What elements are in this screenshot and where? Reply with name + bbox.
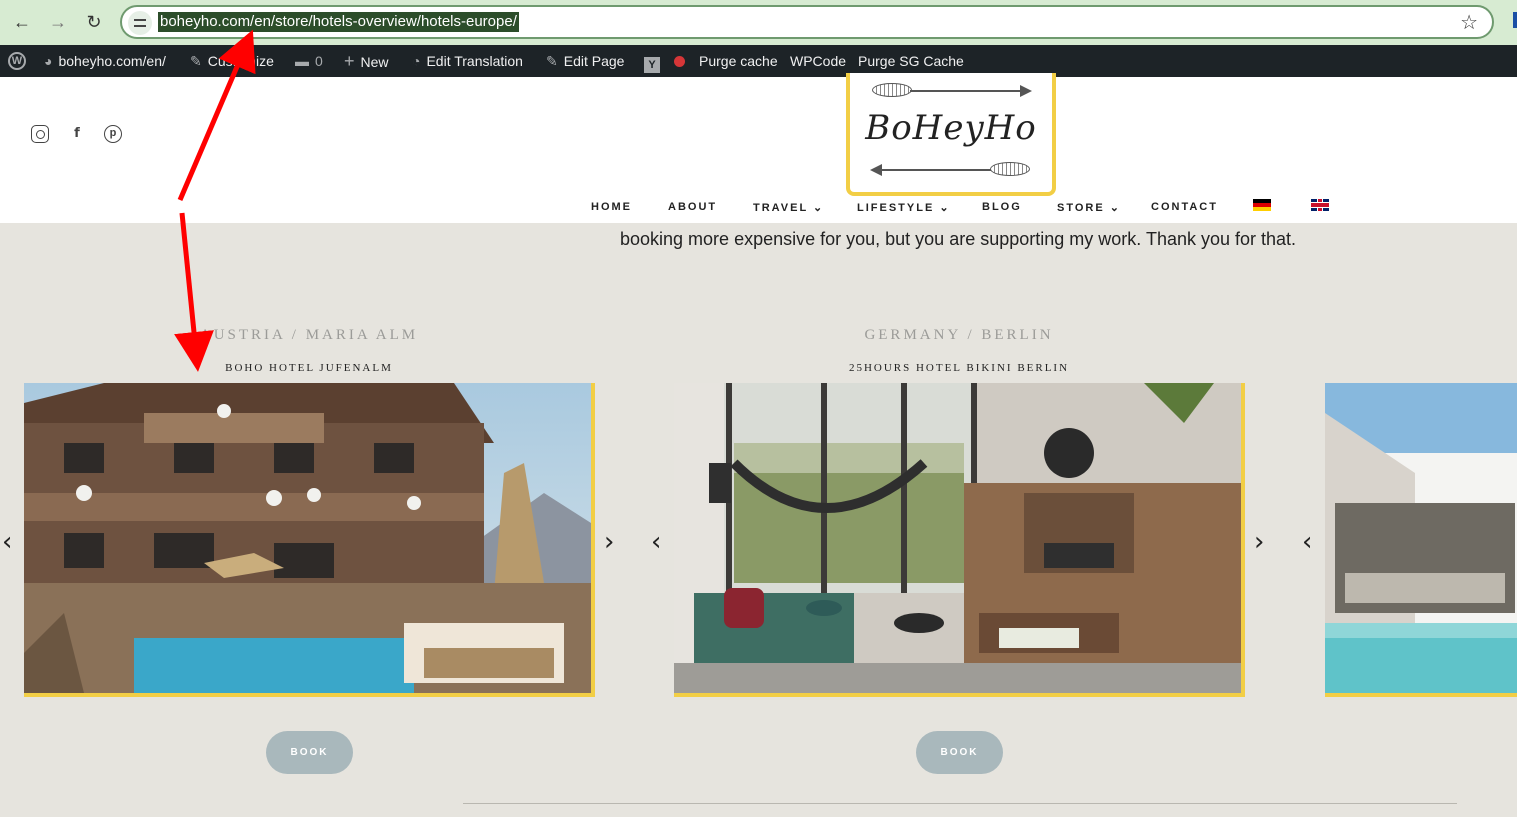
- book-button[interactable]: BOOK: [916, 731, 1003, 774]
- nav-store[interactable]: STORE ⌄: [1057, 201, 1121, 214]
- arrow-bottom-head: [870, 164, 882, 176]
- browser-toolbar: ← → ↻ boheyho.com/en/store/hotels-overvi…: [0, 0, 1517, 45]
- carousel-next-icon[interactable]: ›: [1254, 528, 1270, 556]
- german-flag-icon[interactable]: [1253, 199, 1271, 211]
- translate-icon: ◔: [412, 53, 421, 69]
- admin-comments-link[interactable]: ▬ 0: [295, 45, 323, 77]
- plus-icon: +: [344, 51, 355, 71]
- hotel-region: AUSTRIA / MARIA ALM: [199, 327, 419, 343]
- book-button[interactable]: BOOK: [266, 731, 353, 774]
- admin-customize-label: Customize: [207, 53, 274, 69]
- admin-edit-page-label: Edit Page: [563, 53, 625, 69]
- admin-comments-count: 0: [315, 53, 323, 69]
- arrow-bottom-line: [882, 169, 992, 171]
- admin-customize-link[interactable]: ✎ Customize: [190, 45, 274, 77]
- hotel-name[interactable]: 25HOURS HOTEL BIKINI BERLIN: [674, 362, 1244, 374]
- star-icon[interactable]: ☆: [1460, 11, 1478, 35]
- admin-purge-cache-link[interactable]: Purge cache: [699, 45, 778, 77]
- logo-text: BoHeyHo: [865, 108, 1037, 148]
- nav-lifestyle[interactable]: LIFESTYLE ⌄: [857, 201, 951, 214]
- admin-edit-translation-label: Edit Translation: [426, 53, 523, 69]
- back-icon[interactable]: ←: [10, 10, 34, 34]
- site-info-icon[interactable]: [128, 11, 152, 35]
- admin-edit-translation-link[interactable]: ◔ Edit Translation: [412, 45, 523, 77]
- nav-blog[interactable]: BLOG: [982, 201, 1022, 213]
- wordpress-icon[interactable]: W: [8, 52, 26, 70]
- url-text[interactable]: boheyho.com/en/store/hotels-overview/hot…: [158, 12, 519, 32]
- comment-icon: ▬: [295, 53, 309, 69]
- extension-edge: [1513, 12, 1517, 28]
- admin-site-link[interactable]: ◕ boheyho.com/en/: [44, 45, 166, 77]
- carousel-prev-icon[interactable]: ‹: [651, 528, 667, 556]
- arrow-top-line: [910, 90, 1020, 92]
- nav-contact[interactable]: CONTACT: [1151, 201, 1218, 213]
- hotel-photo-jufenalm: [24, 383, 591, 693]
- wp-admin-bar: W ◕ boheyho.com/en/ ✎ Customize ▬ 0 + New ◔ E…: [0, 45, 1517, 77]
- reload-icon[interactable]: ↻: [82, 10, 106, 34]
- section-divider: [463, 803, 1457, 804]
- seo-status-dot: [673, 56, 685, 67]
- admin-edit-page-link[interactable]: ✎ Edit Page: [546, 45, 624, 77]
- dashboard-icon: ◕: [44, 53, 53, 69]
- admin-site-label: boheyho.com/en/: [58, 53, 166, 69]
- hotel-photo-25hours: [674, 383, 1241, 693]
- carousel-next-icon[interactable]: ›: [604, 528, 620, 556]
- feather-bottom-icon: [990, 162, 1030, 176]
- carousel-prev-icon[interactable]: ‹: [2, 528, 18, 556]
- arrow-top-head: [1020, 85, 1032, 97]
- carousel-prev-icon[interactable]: ‹: [1302, 528, 1318, 556]
- address-bar[interactable]: boheyho.com/en/store/hotels-overview/hot…: [120, 5, 1494, 39]
- nav-home[interactable]: HOME: [591, 201, 632, 213]
- hotel-image-third[interactable]: [1325, 383, 1517, 697]
- admin-new-label: New: [360, 54, 389, 70]
- intro-text: booking more expensive for you, but you …: [620, 229, 1297, 249]
- yoast-icon: Y: [644, 57, 660, 73]
- hotel-photo-third: [1325, 383, 1517, 693]
- forward-icon[interactable]: →: [46, 10, 70, 34]
- pinterest-icon[interactable]: p: [104, 125, 122, 143]
- brush-icon: ✎: [190, 53, 202, 69]
- admin-new-link[interactable]: + New: [344, 45, 389, 77]
- english-flag-icon[interactable]: [1311, 199, 1329, 211]
- feather-top-icon: [872, 83, 912, 97]
- pencil-icon: ✎: [546, 53, 558, 69]
- facebook-icon[interactable]: f: [68, 125, 86, 143]
- nav-travel[interactable]: TRAVEL ⌄: [753, 201, 824, 214]
- hotel-image-25hours[interactable]: [674, 383, 1245, 697]
- admin-yoast-link[interactable]: Y: [644, 45, 685, 77]
- hotel-region: GERMANY / BERLIN: [864, 327, 1054, 343]
- site-header: f p BoHeyHo HOME ABOUT TRAVEL ⌄ LIFESTYL…: [0, 73, 1517, 223]
- admin-wpcode-link[interactable]: WPCode: [790, 45, 846, 77]
- site-logo[interactable]: BoHeyHo: [846, 73, 1056, 196]
- hotel-name[interactable]: BOHO HOTEL JUFENALM: [24, 362, 594, 374]
- hotel-image-jufenalm[interactable]: [24, 383, 595, 697]
- nav-about[interactable]: ABOUT: [668, 201, 717, 213]
- instagram-icon[interactable]: [31, 125, 49, 143]
